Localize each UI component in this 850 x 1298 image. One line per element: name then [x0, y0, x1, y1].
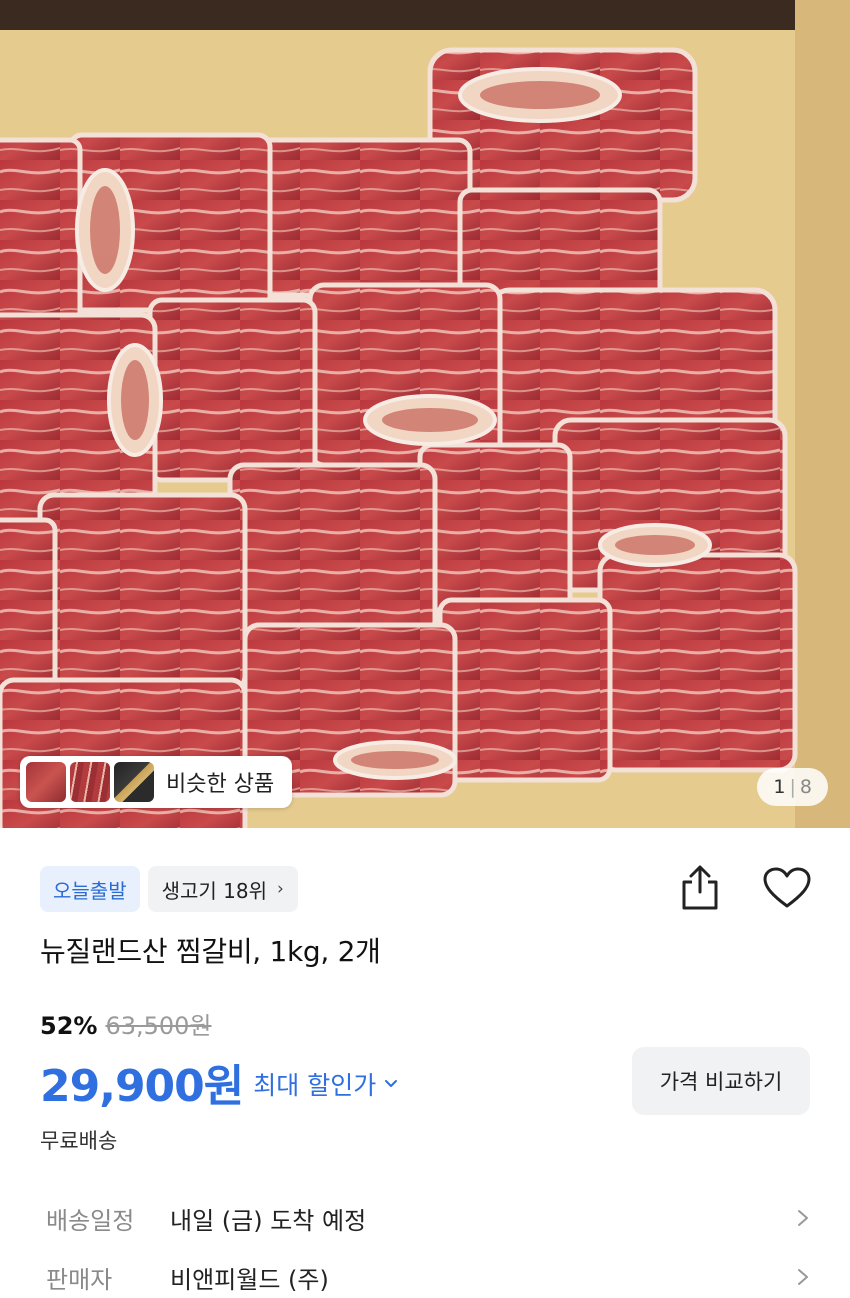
seller-row[interactable]: 판매자 비앤피월드 (주) [46, 1257, 810, 1297]
price-compare-button[interactable]: 가격 비교하기 [632, 1047, 810, 1115]
category-rank-label: 생고기 18위 [161, 878, 268, 903]
delivery-schedule-value: 내일 (금) 도착 예정 [170, 1206, 367, 1235]
delivery-schedule-key: 배송일정 [46, 1206, 135, 1235]
image-counter-total: 8 [799, 776, 812, 798]
delivery-schedule-row[interactable]: 배송일정 내일 (금) 도착 예정 [46, 1198, 810, 1238]
similar-products-button[interactable]: 비슷한 상품 [20, 756, 292, 808]
product-photo [0, 0, 850, 828]
price-row: 29,900원 최대 할인가 [40, 1050, 398, 1114]
shipping-fee: 무료배송 [40, 1129, 118, 1153]
original-price: 63,500원 [105, 1012, 212, 1040]
share-icon[interactable] [678, 864, 722, 912]
today-delivery-badge: 오늘출발 [40, 866, 140, 912]
image-counter: 1 | 8 [757, 768, 828, 806]
chevron-down-icon [385, 1080, 398, 1087]
badge-row: 오늘출발 생고기 18위 › [40, 866, 298, 912]
heart-icon[interactable] [762, 866, 812, 910]
chevron-right-icon [798, 1269, 808, 1285]
image-counter-current: 1 [773, 776, 786, 798]
chevron-right-icon [798, 1210, 808, 1226]
seller-value: 비앤피월드 (주) [170, 1265, 329, 1294]
max-discount-label: 최대 할인가 [253, 1071, 377, 1100]
similar-thumb-2 [70, 762, 110, 802]
sale-price: 29,900원 [40, 1061, 244, 1112]
product-title: 뉴질랜드산 찜갈비, 1kg, 2개 [40, 935, 381, 968]
seller-key: 판매자 [46, 1265, 113, 1294]
product-image-gallery[interactable]: 비슷한 상품 1 | 8 [0, 0, 850, 828]
discount-row: 52% 63,500원 [40, 1006, 212, 1041]
category-rank-link[interactable]: 생고기 18위 › [147, 866, 298, 912]
discount-rate: 52% [40, 1012, 98, 1040]
image-counter-separator: | [789, 776, 796, 798]
chevron-right-icon: › [277, 879, 284, 899]
similar-thumb-1 [26, 762, 66, 802]
similar-products-label: 비슷한 상품 [166, 772, 275, 797]
max-discount-toggle[interactable]: 최대 할인가 [253, 1066, 398, 1102]
similar-thumb-3 [114, 762, 154, 802]
